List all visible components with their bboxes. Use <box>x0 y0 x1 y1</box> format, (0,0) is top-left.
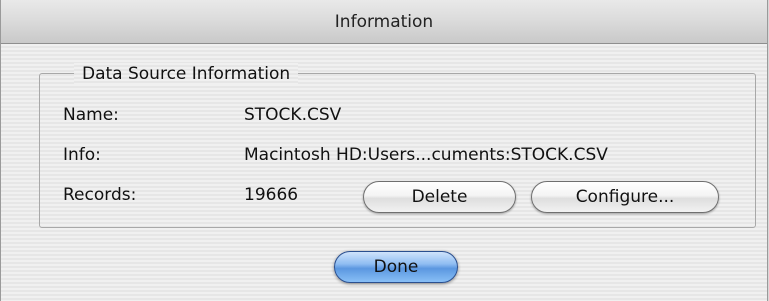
configure-button[interactable]: Configure... <box>531 181 719 213</box>
name-value: STOCK.CSV <box>244 105 342 125</box>
information-window: Information Data Source Information Name… <box>0 0 768 301</box>
name-label: Name: <box>63 105 119 125</box>
records-label: Records: <box>63 185 137 205</box>
data-source-group-title: Data Source Information <box>74 63 299 85</box>
delete-button[interactable]: Delete <box>363 181 516 213</box>
records-value: 19666 <box>244 185 299 205</box>
done-button[interactable]: Done <box>334 251 458 283</box>
window-title: Information <box>334 12 434 32</box>
info-label: Info: <box>63 145 101 165</box>
title-bar[interactable]: Information <box>1 0 767 44</box>
info-value: Macintosh HD:Users...cuments:STOCK.CSV <box>244 145 608 165</box>
